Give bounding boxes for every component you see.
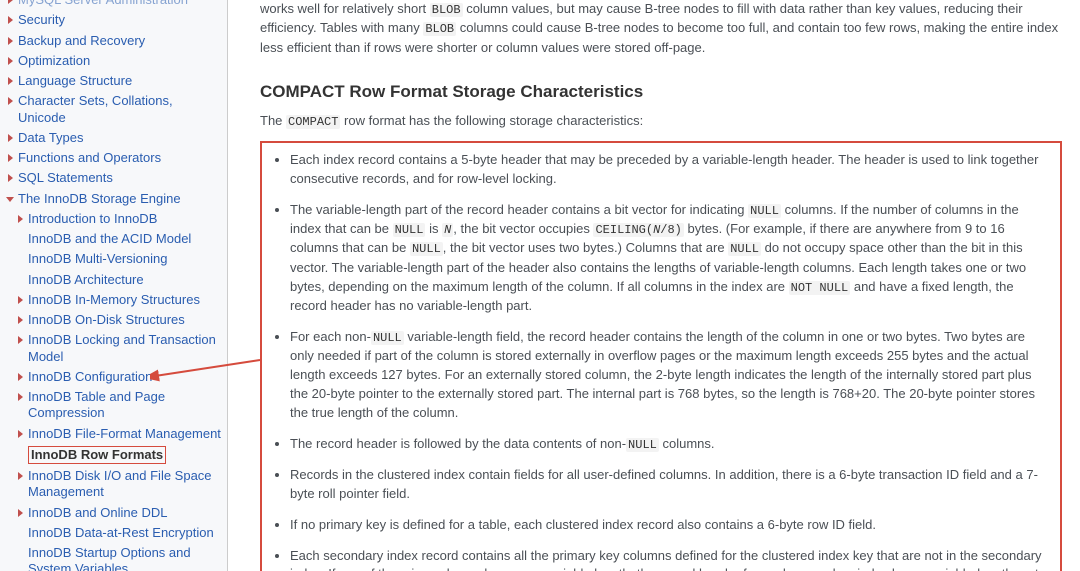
nav-link[interactable]: InnoDB Architecture bbox=[28, 272, 144, 288]
caret-right-icon bbox=[16, 472, 24, 480]
list-item: Each index record contains a 5-byte head… bbox=[290, 151, 1050, 189]
list-item: The record header is followed by the dat… bbox=[290, 435, 1050, 454]
nav-link[interactable]: InnoDB and Online DDL bbox=[28, 505, 167, 521]
caret-right-icon bbox=[16, 215, 24, 223]
nav-link[interactable]: InnoDB Data-at-Rest Encryption bbox=[28, 525, 214, 541]
nav-link[interactable]: InnoDB In-Memory Structures bbox=[28, 292, 200, 308]
caret-right-icon bbox=[6, 0, 14, 4]
doc-content: works well for relatively short BLOB col… bbox=[228, 0, 1080, 571]
caret-right-icon bbox=[16, 316, 24, 324]
nav-link[interactable]: InnoDB File-Format Management bbox=[28, 426, 221, 442]
caret-right-icon bbox=[16, 393, 24, 401]
caret-right-icon bbox=[6, 134, 14, 142]
caret-right-icon bbox=[16, 296, 24, 304]
nav-link-current[interactable]: InnoDB Row Formats bbox=[28, 446, 166, 464]
nav-link[interactable]: Security bbox=[18, 12, 65, 28]
list-item: If no primary key is defined for a table… bbox=[290, 516, 1050, 535]
caret-right-icon bbox=[6, 37, 14, 45]
characteristics-list: Each index record contains a 5-byte head… bbox=[264, 145, 1058, 571]
caret-right-icon bbox=[16, 336, 24, 344]
nav-link[interactable]: InnoDB and the ACID Model bbox=[28, 231, 191, 247]
nav-link[interactable]: InnoDB Startup Options and System Variab… bbox=[28, 545, 221, 571]
list-item: Each secondary index record contains all… bbox=[290, 547, 1050, 571]
caret-right-icon bbox=[6, 77, 14, 85]
nav-link[interactable]: Optimization bbox=[18, 53, 90, 69]
nav-link[interactable]: Data Types bbox=[18, 130, 84, 146]
caret-right-icon bbox=[6, 174, 14, 182]
lead-fragment: works well for relatively short BLOB col… bbox=[260, 0, 1062, 58]
nav-link[interactable]: Backup and Recovery bbox=[18, 33, 145, 49]
nav-link[interactable]: InnoDB Multi-Versioning bbox=[28, 251, 167, 267]
nav-link[interactable]: InnoDB Configuration bbox=[28, 369, 152, 385]
doc-nav[interactable]: MySQL Server Administration Security Backu… bbox=[0, 0, 227, 571]
list-item: The variable-length part of the record h… bbox=[290, 201, 1050, 316]
caret-right-icon bbox=[6, 57, 14, 65]
caret-right-icon bbox=[6, 154, 14, 162]
caret-right-icon bbox=[6, 16, 14, 24]
nav-link[interactable]: SQL Statements bbox=[18, 170, 113, 186]
nav-link[interactable]: The InnoDB Storage Engine bbox=[18, 191, 181, 207]
caret-right-icon bbox=[16, 373, 24, 381]
nav-link[interactable]: Functions and Operators bbox=[18, 150, 161, 166]
nav-link[interactable]: Introduction to InnoDB bbox=[28, 211, 157, 227]
highlight-box: Each index record contains a 5-byte head… bbox=[260, 141, 1062, 571]
nav-link[interactable]: InnoDB Disk I/O and File Space Managemen… bbox=[28, 468, 221, 501]
nav-link[interactable]: MySQL Server Administration bbox=[18, 0, 188, 8]
caret-down-icon bbox=[6, 195, 14, 203]
nav-link[interactable]: Character Sets, Collations, Unicode bbox=[18, 93, 221, 126]
nav-link[interactable]: InnoDB Locking and Transaction Model bbox=[28, 332, 221, 365]
intro-line: The COMPACT row format has the following… bbox=[260, 112, 1062, 131]
caret-right-icon bbox=[16, 430, 24, 438]
caret-right-icon bbox=[6, 97, 14, 105]
list-item: For each non-NULL variable-length field,… bbox=[290, 328, 1050, 423]
list-item: Records in the clustered index contain f… bbox=[290, 466, 1050, 504]
nav-link[interactable]: InnoDB Table and Page Compression bbox=[28, 389, 221, 422]
section-heading: COMPACT Row Format Storage Characteristi… bbox=[260, 82, 1062, 102]
nav-link[interactable]: InnoDB On-Disk Structures bbox=[28, 312, 185, 328]
nav-link[interactable]: Language Structure bbox=[18, 73, 132, 89]
caret-right-icon bbox=[16, 509, 24, 517]
